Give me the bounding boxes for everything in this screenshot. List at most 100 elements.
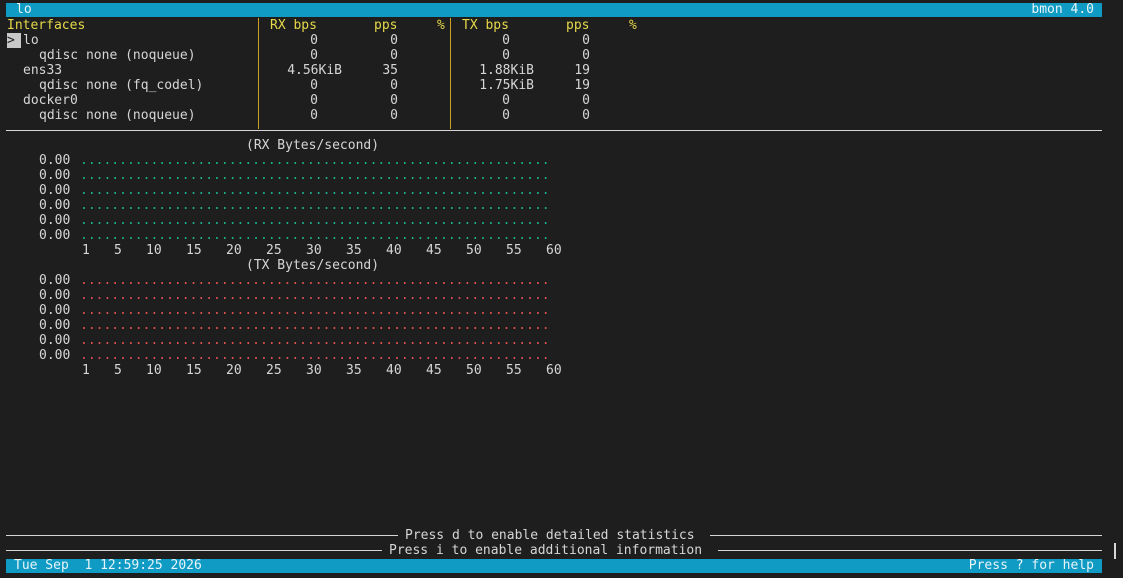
x-tick-label: 35 xyxy=(346,243,362,258)
tx-graph-row: ........................................… xyxy=(80,288,550,303)
rx-y-label: 0.00 xyxy=(39,153,71,168)
tx-pps-value: 0 xyxy=(582,33,590,48)
x-tick-label: 1 xyxy=(82,243,90,258)
tx-bps-value: 0 xyxy=(502,108,510,123)
tx-bps-value: 0 xyxy=(502,33,510,48)
status-datetime: Tue Sep 1 12:59:25 2026 xyxy=(14,558,202,573)
additional-info-hint: Press i to enable additional information xyxy=(389,543,703,558)
interface-name: docker0 xyxy=(23,93,78,108)
x-tick-label: 50 xyxy=(466,363,482,378)
x-tick-label: 25 xyxy=(266,243,282,258)
rx-graph-row: ........................................… xyxy=(80,168,550,183)
x-tick-label: 60 xyxy=(546,363,562,378)
rx-graph-row: ........................................… xyxy=(80,213,550,228)
tx-pps-value: 0 xyxy=(582,108,590,123)
rx-graph-row: ........................................… xyxy=(80,228,550,243)
header-rx-bps: RX bps xyxy=(270,18,317,33)
interface-name: lo xyxy=(23,33,39,48)
tx-y-label: 0.00 xyxy=(39,303,71,318)
tx-graph-title: (TX Bytes/second) xyxy=(246,258,380,273)
header-tx-pps: pps xyxy=(566,18,590,33)
x-tick-label: 25 xyxy=(266,363,282,378)
tx-graph-row: ........................................… xyxy=(80,348,550,363)
rx-y-label: 0.00 xyxy=(39,213,71,228)
x-tick-label: 30 xyxy=(306,243,322,258)
rx-pps-value: 0 xyxy=(390,93,398,108)
rx-y-label: 0.00 xyxy=(39,183,71,198)
hint-rule-right xyxy=(718,550,1102,551)
tx-graph-row: ........................................… xyxy=(80,273,550,288)
rx-y-label: 0.00 xyxy=(39,168,71,183)
table-separator xyxy=(6,130,1102,131)
title-bar: lo bmon 4.0 xyxy=(6,2,1102,17)
tx-bps-value: 0 xyxy=(502,93,510,108)
tx-bps-value: 0 xyxy=(502,48,510,63)
x-tick-label: 20 xyxy=(226,363,242,378)
rx-pps-value: 0 xyxy=(390,108,398,123)
rx-bps-value: 0 xyxy=(310,78,318,93)
rx-pps-value: 35 xyxy=(382,63,398,78)
x-tick-label: 35 xyxy=(346,363,362,378)
qdisc-name: qdisc none (fq_codel) xyxy=(39,78,204,93)
tx-graph-row: ........................................… xyxy=(80,333,550,348)
x-tick-label: 10 xyxy=(146,363,162,378)
qdisc-name: qdisc none (noqueue) xyxy=(39,108,196,123)
x-tick-label: 30 xyxy=(306,363,322,378)
hint-rule-left xyxy=(6,550,382,551)
selection-cursor: > xyxy=(7,33,21,48)
x-tick-label: 50 xyxy=(466,243,482,258)
x-tick-label: 55 xyxy=(506,243,522,258)
rx-pps-value: 0 xyxy=(390,48,398,63)
tx-y-label: 0.00 xyxy=(39,318,71,333)
rx-bps-value: 0 xyxy=(310,33,318,48)
help-hint: Press ? for help xyxy=(968,558,1094,573)
rx-graph-row: ........................................… xyxy=(80,198,550,213)
x-tick-label: 20 xyxy=(226,243,242,258)
rx-y-label: 0.00 xyxy=(39,228,71,243)
detailed-stats-hint: Press d to enable detailed statistics xyxy=(405,528,695,543)
rx-bps-value: 0 xyxy=(310,48,318,63)
selected-interface-title: lo xyxy=(16,2,32,17)
rx-graph-row: ........................................… xyxy=(80,183,550,198)
tx-y-label: 0.00 xyxy=(39,288,71,303)
hint-rule-left xyxy=(6,535,398,536)
rx-pps-value: 0 xyxy=(390,33,398,48)
x-tick-label: 60 xyxy=(546,243,562,258)
rx-y-label: 0.00 xyxy=(39,198,71,213)
x-tick-label: 15 xyxy=(186,243,202,258)
header-tx-bps: TX bps xyxy=(462,18,509,33)
app-version: bmon 4.0 xyxy=(1031,2,1094,17)
rx-bps-value: 4.56KiB xyxy=(287,63,342,78)
x-tick-label: 45 xyxy=(426,243,442,258)
header-tx-pct: % xyxy=(629,18,637,33)
rx-bps-value: 0 xyxy=(310,108,318,123)
tx-y-label: 0.00 xyxy=(39,273,71,288)
x-tick-label: 45 xyxy=(426,363,442,378)
tx-pps-value: 19 xyxy=(574,63,590,78)
status-bar: Tue Sep 1 12:59:25 2026 Press ? for help xyxy=(6,558,1102,573)
x-tick-label: 10 xyxy=(146,243,162,258)
x-tick-label: 40 xyxy=(386,363,402,378)
x-tick-label: 55 xyxy=(506,363,522,378)
rx-bps-value: 0 xyxy=(310,93,318,108)
rx-graph-title: (RX Bytes/second) xyxy=(246,138,380,153)
interface-name: ens33 xyxy=(23,63,63,78)
tx-y-label: 0.00 xyxy=(39,333,71,348)
x-tick-label: 40 xyxy=(386,243,402,258)
x-tick-label: 5 xyxy=(114,363,122,378)
tx-bps-value: 1.88KiB xyxy=(479,63,534,78)
header-rx-pps: pps xyxy=(374,18,398,33)
tx-graph-row: ........................................… xyxy=(80,303,550,318)
header-interfaces: Interfaces xyxy=(7,18,86,33)
rx-pps-value: 0 xyxy=(390,78,398,93)
tx-pps-value: 0 xyxy=(582,93,590,108)
tx-graph-row: ........................................… xyxy=(80,318,550,333)
hint-rule-right xyxy=(710,535,1102,536)
header-rx-pct: % xyxy=(437,18,445,33)
scroll-indicator xyxy=(1114,543,1116,559)
rx-graph-row: ........................................… xyxy=(80,153,550,168)
x-tick-label: 5 xyxy=(114,243,122,258)
qdisc-name: qdisc none (noqueue) xyxy=(39,48,196,63)
x-tick-label: 15 xyxy=(186,363,202,378)
tx-pps-value: 19 xyxy=(574,78,590,93)
